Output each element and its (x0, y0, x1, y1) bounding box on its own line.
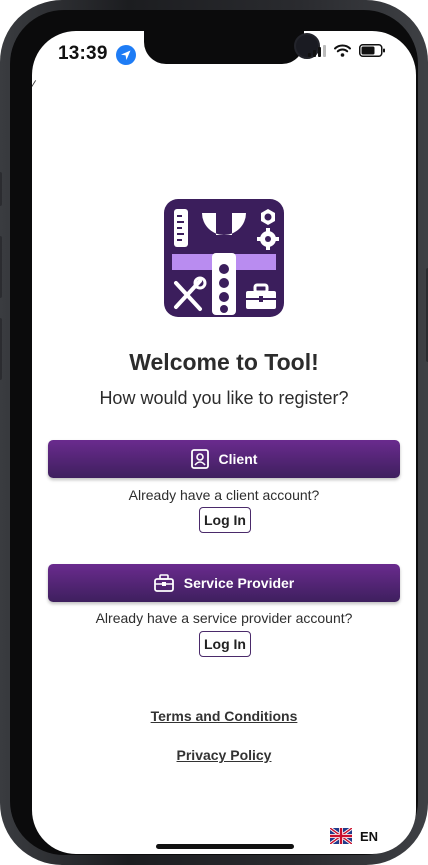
client-register-button[interactable]: Client (48, 440, 400, 478)
provider-button-label: Service Provider (183, 575, 295, 591)
privacy-policy-link[interactable]: Privacy Policy (32, 747, 416, 763)
toolbox-icon (153, 574, 174, 592)
language-selector[interactable]: EN (330, 828, 378, 844)
language-code: EN (360, 828, 379, 844)
volume-up-button (0, 236, 2, 298)
tool-app-logo (164, 199, 284, 317)
service-provider-register-button[interactable]: Service Provider (48, 564, 400, 602)
id-badge-icon (190, 449, 209, 469)
silent-switch (0, 172, 2, 206)
uk-flag-icon (330, 828, 352, 844)
battery-icon (359, 44, 385, 57)
provider-login-button[interactable]: Log In (199, 631, 251, 657)
app-screen: 13:39 ∕ Welcome to Tool! How would you l… (32, 31, 416, 854)
status-time: 13:39 (58, 43, 108, 64)
client-button-label: Client (218, 451, 258, 467)
signal-icon (308, 44, 326, 57)
register-prompt: How would you like to register? (99, 388, 349, 408)
welcome-title: Welcome to Tool! (129, 349, 319, 375)
notch (144, 31, 320, 64)
volume-down-button (0, 318, 2, 380)
terms-and-conditions-link[interactable]: Terms and Conditions (32, 708, 416, 724)
status-icons (308, 44, 385, 57)
wifi-icon (334, 44, 351, 57)
back-chevron-icon[interactable]: ∕ (32, 77, 34, 93)
home-indicator[interactable] (156, 844, 294, 849)
client-login-hint: Already have a client account? (128, 487, 320, 503)
client-login-button[interactable]: Log In (199, 507, 251, 533)
provider-login-hint: Already have a service provider account? (95, 610, 353, 626)
location-arrow-icon (116, 45, 136, 65)
phone-frame: 13:39 ∕ Welcome to Tool! How would you l… (0, 0, 428, 865)
phone-bezel: 13:39 ∕ Welcome to Tool! How would you l… (10, 10, 418, 855)
